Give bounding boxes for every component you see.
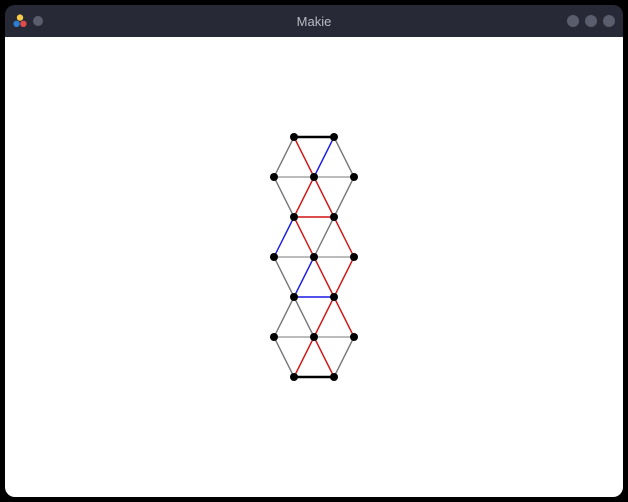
graph-node — [290, 293, 298, 301]
titlebar[interactable]: Makie — [5, 5, 623, 37]
graph-edge — [314, 257, 334, 297]
triangular-lattice-graph — [5, 37, 623, 497]
graph-edge — [334, 177, 354, 217]
graph-edge — [294, 217, 314, 257]
graph-edge — [294, 297, 314, 337]
graph-edge — [334, 337, 354, 377]
graph-edge — [294, 137, 314, 177]
window-close-icon[interactable] — [33, 16, 43, 26]
graph-edge — [274, 257, 294, 297]
window-close-alt-icon[interactable] — [603, 15, 615, 27]
makie-logo-icon — [13, 14, 27, 28]
graph-node — [290, 373, 298, 381]
graph-node — [270, 253, 278, 261]
graph-edge — [314, 297, 334, 337]
graph-node — [310, 173, 318, 181]
app-window: Makie — [5, 5, 623, 497]
graph-node — [330, 133, 338, 141]
graph-edge — [334, 257, 354, 297]
window-maximize-icon[interactable] — [585, 15, 597, 27]
graph-edge — [314, 137, 334, 177]
graph-edge — [274, 337, 294, 377]
graph-node — [310, 253, 318, 261]
graph-edge — [334, 217, 354, 257]
graph-node — [330, 293, 338, 301]
graph-edge — [294, 257, 314, 297]
graph-edge — [274, 217, 294, 257]
window-title: Makie — [297, 14, 332, 29]
graph-node — [330, 213, 338, 221]
graph-node — [310, 333, 318, 341]
graph-edge — [274, 177, 294, 217]
graph-edge — [314, 217, 334, 257]
graph-node — [350, 333, 358, 341]
graph-edge — [294, 177, 314, 217]
graph-edge — [314, 177, 334, 217]
graph-edge — [334, 137, 354, 177]
graph-node — [270, 173, 278, 181]
window-minimize-icon[interactable] — [567, 15, 579, 27]
graph-node — [350, 253, 358, 261]
graph-edge — [314, 337, 334, 377]
graph-edge — [334, 297, 354, 337]
graph-node — [290, 213, 298, 221]
graph-edge — [294, 337, 314, 377]
graph-node — [330, 373, 338, 381]
plot-canvas[interactable] — [5, 37, 623, 497]
graph-node — [350, 173, 358, 181]
window-controls — [567, 15, 615, 27]
graph-node — [290, 133, 298, 141]
graph-edge — [274, 137, 294, 177]
graph-node — [270, 333, 278, 341]
graph-edge — [274, 297, 294, 337]
